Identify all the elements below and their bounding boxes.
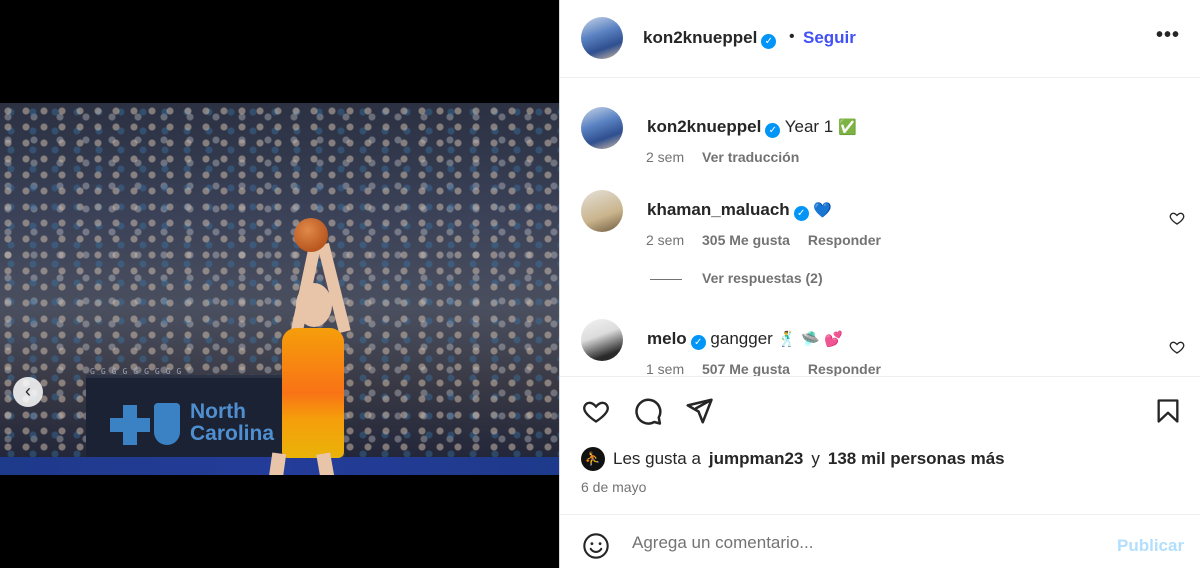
check-emoji: ✅: [838, 118, 857, 136]
bcbs-cross-logo: [110, 405, 150, 445]
reply-button[interactable]: Responder: [808, 232, 881, 248]
bcbs-shield-logo: [154, 403, 180, 445]
reply-button[interactable]: Responder: [808, 361, 881, 376]
basketball: [294, 218, 328, 252]
verified-badge-icon: ✓: [793, 206, 809, 221]
player-jersey: [282, 328, 344, 458]
jumpman-logo-icon: ⛹: [581, 447, 605, 471]
emoji-picker-icon[interactable]: [582, 532, 610, 560]
verified-badge-icon: ✓: [761, 34, 777, 49]
translate-link[interactable]: Ver traducción: [702, 149, 799, 165]
publish-button[interactable]: Publicar: [1117, 536, 1184, 556]
post-side-panel: kon2knueppel ✓ • Seguir ••• kon2knueppel ✓…: [559, 0, 1200, 568]
caption-avatar[interactable]: [581, 107, 623, 149]
verified-badge-icon: ✓: [765, 123, 781, 138]
comment-likes[interactable]: 507 Me gusta: [702, 361, 790, 376]
post-date[interactable]: 6 de mayo: [581, 479, 646, 495]
carousel-prev-button[interactable]: ‹: [13, 377, 43, 407]
comment-emojis: 🕺 🛸 💕: [777, 330, 844, 348]
author-username[interactable]: kon2knueppel ✓: [643, 28, 777, 49]
blue-heart-emoji: 💙: [813, 201, 833, 219]
view-replies-button[interactable]: Ver respuestas (2): [650, 270, 823, 286]
post-actions: ⛹ Les gusta a jumpman23 y 138 mil person…: [560, 376, 1200, 516]
comment-text: gangger: [710, 329, 773, 348]
comment-input[interactable]: [632, 529, 1102, 557]
more-options-icon[interactable]: •••: [1156, 24, 1180, 47]
follow-button[interactable]: Seguir: [803, 28, 856, 48]
comment-avatar[interactable]: [581, 319, 623, 361]
comment-avatar[interactable]: [581, 190, 623, 232]
comment-username[interactable]: melo: [647, 329, 687, 348]
sponsor-banner-text: North Carolina: [190, 400, 275, 445]
post-photo[interactable]: GGGGGGGGG North Carolina ‹: [0, 103, 559, 475]
like-heart-icon[interactable]: [581, 397, 611, 425]
caption-text: Year 1: [784, 117, 834, 136]
like-comment-heart-icon[interactable]: [1169, 210, 1185, 226]
save-bookmark-icon[interactable]: [1154, 396, 1182, 426]
caption-time[interactable]: 2 sem: [646, 149, 684, 165]
post-media: GGGGGGGGG North Carolina ‹: [0, 0, 559, 568]
likes-count[interactable]: 138 mil personas más: [828, 449, 1005, 469]
comments-list: kon2knueppel ✓ Year 1 ✅ 2 sem Ver traducc…: [560, 78, 1200, 376]
add-comment-bar: Publicar: [560, 514, 1200, 568]
verified-badge-icon: ✓: [690, 335, 706, 350]
like-comment-heart-icon[interactable]: [1169, 339, 1185, 355]
comment-time[interactable]: 2 sem: [646, 232, 684, 248]
player-head: [296, 283, 332, 327]
author-avatar[interactable]: [581, 17, 623, 59]
player-legs: [259, 452, 352, 475]
comment-time[interactable]: 1 sem: [646, 361, 684, 376]
liker-username[interactable]: jumpman23: [709, 449, 803, 469]
comment-username[interactable]: khaman_maluach: [647, 200, 790, 219]
comment-likes[interactable]: 305 Me gusta: [702, 232, 790, 248]
separator-dot: •: [789, 28, 795, 45]
post-header: kon2knueppel ✓ • Seguir •••: [560, 0, 1200, 78]
share-send-icon[interactable]: [684, 396, 714, 426]
comment-bubble-icon[interactable]: [633, 396, 663, 426]
caption-username[interactable]: kon2knueppel: [647, 117, 761, 136]
likes-summary[interactable]: ⛹ Les gusta a jumpman23 y 138 mil person…: [581, 447, 1005, 471]
